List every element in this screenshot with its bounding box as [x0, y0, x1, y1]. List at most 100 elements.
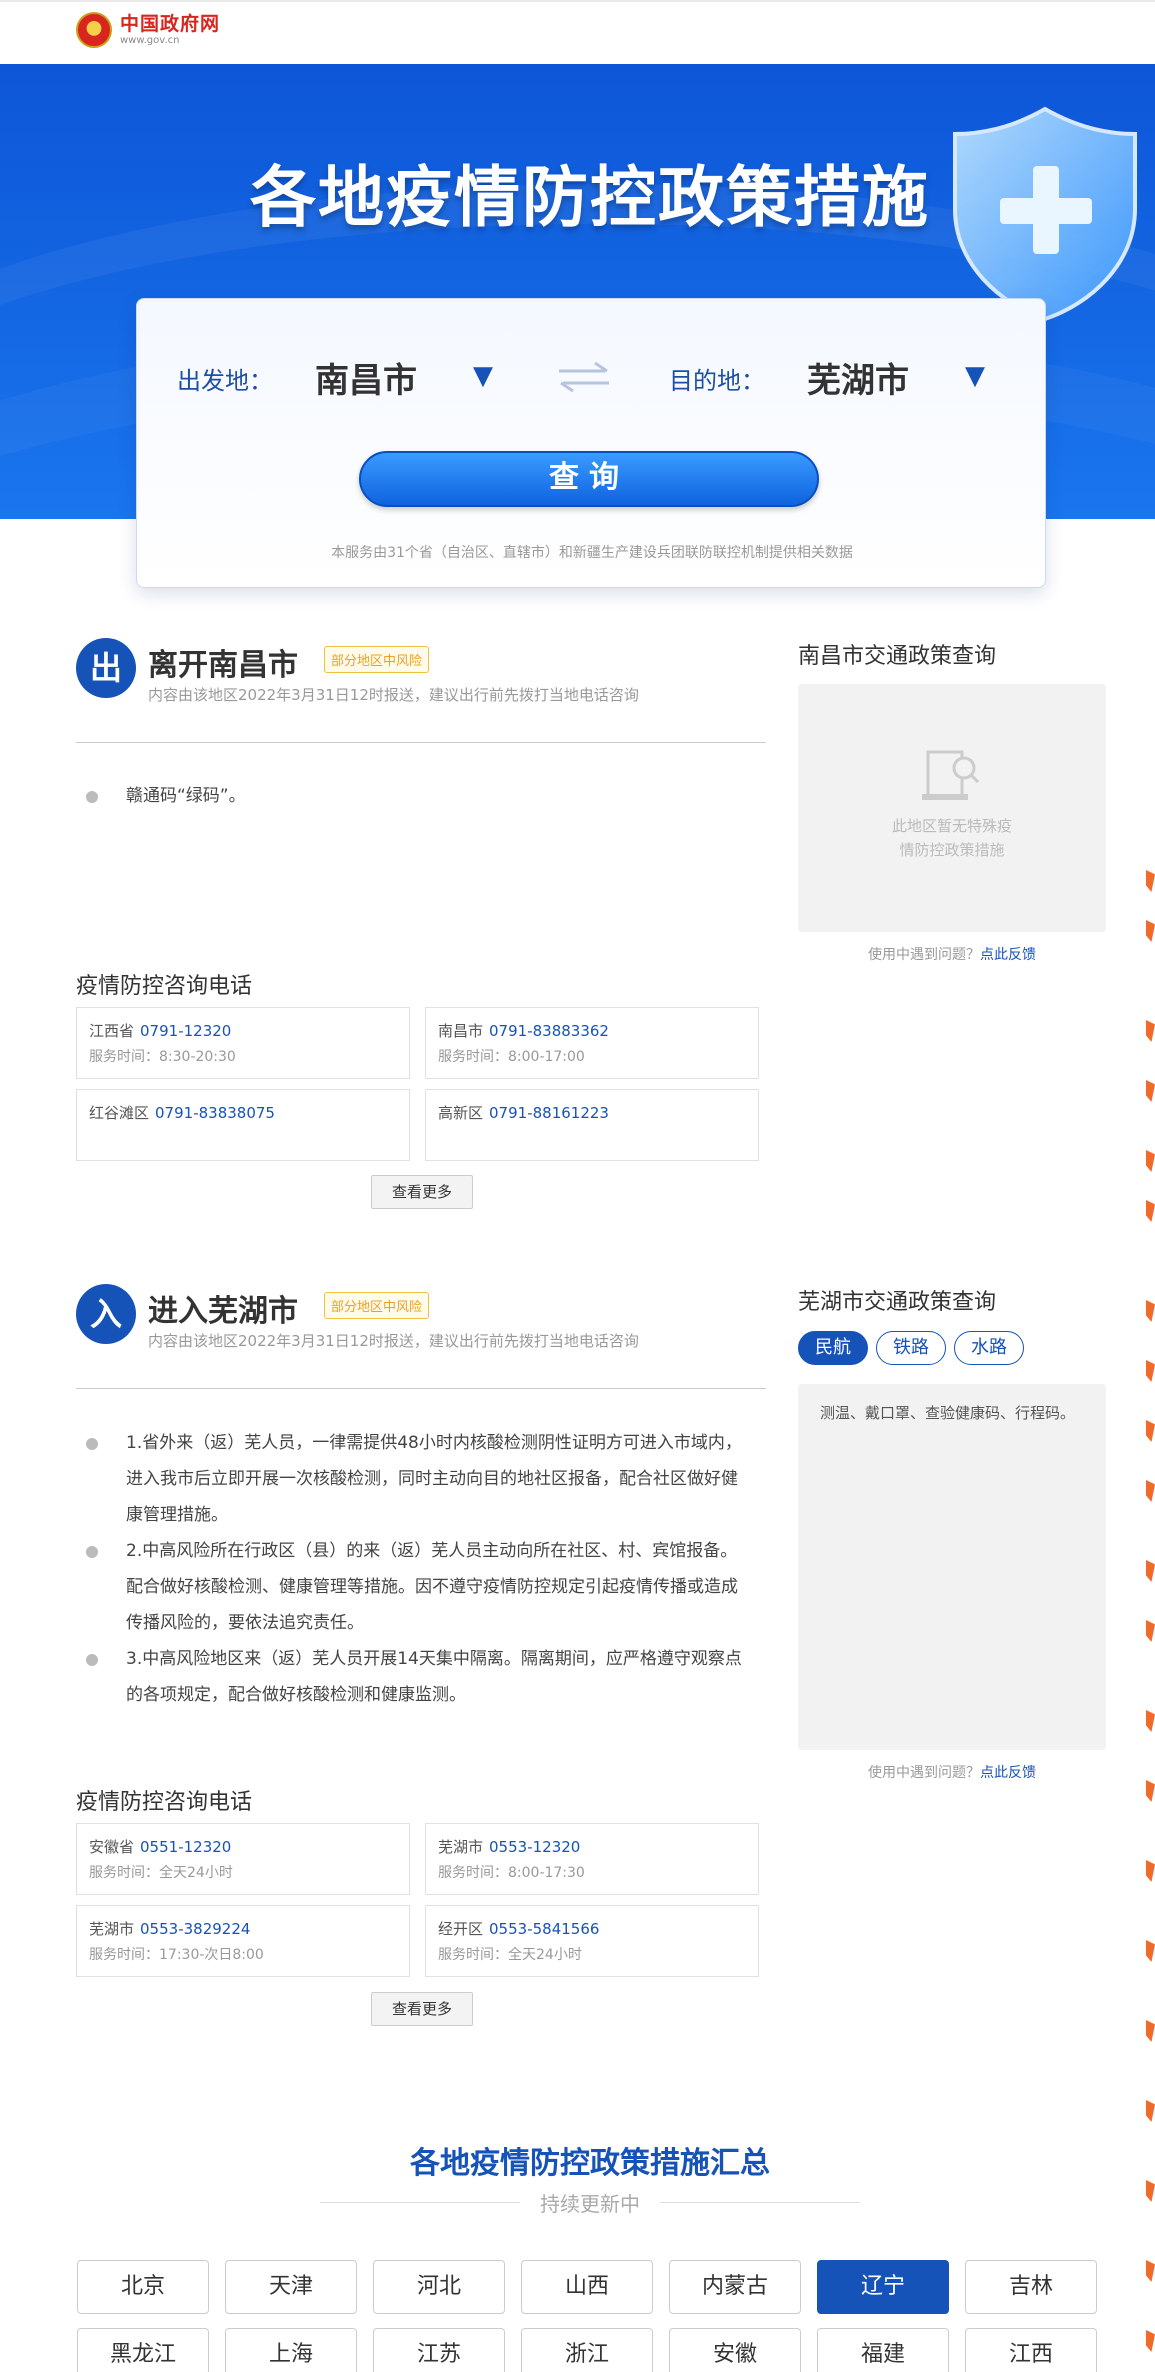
enter-transport-title: 芜湖市交通政策查询 [798, 1290, 997, 1315]
empty-message-line: 情防控政策措施 [899, 841, 1005, 859]
leave-subtitle: 内容由该地区2022年3月31日12时报送，建议出行前先拨打当地电话咨询 [148, 686, 639, 704]
province-button[interactable]: 山西 [521, 2260, 653, 2314]
to-label: 目的地： [669, 367, 765, 395]
to-dropdown-icon[interactable]: ▼ [965, 361, 985, 391]
phone-area: 芜湖市 [438, 1838, 484, 1856]
feedback-link[interactable]: 点此反馈 [980, 1765, 1036, 1781]
site-logo[interactable]: 中国政府网 www.gov.cn [76, 12, 220, 48]
province-button[interactable]: 江西 [965, 2328, 1097, 2372]
leave-badge: 出 [76, 638, 136, 698]
leave-policy-list: 赣通码“绿码”。 [86, 778, 746, 814]
phone-area: 芜湖市 [89, 1920, 135, 1938]
province-button[interactable]: 黑龙江 [77, 2328, 209, 2372]
summary-subtitle: 持续更新中 [540, 2192, 640, 2216]
top-header: 中国政府网 www.gov.cn [0, 0, 1155, 64]
tab-waterway[interactable]: 水路 [954, 1331, 1024, 1365]
from-dropdown-icon[interactable]: ▼ [473, 361, 493, 391]
leave-transport-title: 南昌市交通政策查询 [798, 644, 997, 669]
enter-phone-title: 疫情防控咨询电话 [76, 1790, 253, 1815]
list-item: 1.省外来（返）芜人员，一律需提供48小时内核酸检测阴性证明方可进入市域内，进入… [86, 1425, 746, 1533]
view-more-button[interactable]: 查看更多 [371, 1175, 473, 1209]
service-time: 服务时间：全天24小时 [438, 1947, 582, 1963]
view-more-button[interactable]: 查看更多 [371, 1992, 473, 2026]
leave-title: 离开南昌市 [148, 648, 298, 683]
phone-card: 经开区 0553-5841566 服务时间：全天24小时 [425, 1905, 759, 1977]
service-time: 服务时间：8:30-20:30 [89, 1049, 236, 1065]
empty-document-icon [922, 750, 980, 800]
shield-icon [953, 106, 1137, 322]
phone-number-link[interactable]: 0791-83883362 [489, 1022, 609, 1040]
transport-policy-text: 测温、戴口罩、查验健康码、行程码。 [820, 1404, 1076, 1422]
list-item: 赣通码“绿码”。 [86, 778, 746, 814]
national-emblem-icon [76, 12, 112, 48]
to-city-select[interactable]: 芜湖市 [807, 353, 909, 402]
site-url: www.gov.cn [120, 35, 180, 46]
province-button[interactable]: 上海 [225, 2328, 357, 2372]
risk-badge: 部分地区中风险 [324, 646, 430, 673]
enter-title: 进入芜湖市 [148, 1294, 298, 1329]
enter-subtitle: 内容由该地区2022年3月31日12时报送，建议出行前先拨打当地电话咨询 [148, 1332, 639, 1350]
province-button[interactable]: 河北 [373, 2260, 505, 2314]
phone-card: 高新区 0791-88161223 [425, 1089, 759, 1161]
from-label: 出发地： [177, 367, 273, 395]
phone-card: 安徽省 0551-12320 服务时间：全天24小时 [76, 1823, 410, 1895]
swap-icon[interactable] [555, 357, 613, 397]
section-divider [76, 1388, 766, 1389]
summary-title: 各地疫情防控政策措施汇总 [410, 2146, 770, 2181]
service-time: 服务时间：17:30-次日8:00 [89, 1947, 264, 1963]
province-button[interactable]: 内蒙古 [669, 2260, 801, 2314]
feedback-row: 使用中遇到问题？点此反馈 [798, 1762, 1106, 1782]
feedback-row: 使用中遇到问题？点此反馈 [798, 944, 1106, 964]
phone-area: 红谷滩区 [89, 1104, 150, 1122]
service-time: 服务时间：全天24小时 [89, 1865, 233, 1881]
province-button[interactable]: 北京 [77, 2260, 209, 2314]
risk-badge: 部分地区中风险 [324, 1292, 430, 1319]
service-time: 服务时间：8:00-17:00 [438, 1049, 585, 1065]
phone-number-link[interactable]: 0553-5841566 [489, 1920, 599, 1938]
province-button[interactable]: 浙江 [521, 2328, 653, 2372]
service-time: 服务时间：8:00-17:30 [438, 1865, 585, 1881]
province-button[interactable]: 安徽 [669, 2328, 801, 2372]
leave-phone-title: 疫情防控咨询电话 [76, 974, 253, 999]
phone-number-link[interactable]: 0791-88161223 [489, 1104, 609, 1122]
empty-message-line: 此地区暂无特殊疫 [891, 817, 1012, 835]
phone-card: 南昌市 0791-83883362 服务时间：8:00-17:00 [425, 1007, 759, 1079]
province-button-active[interactable]: 辽宁 [817, 2260, 949, 2314]
phone-number-link[interactable]: 0791-83838075 [155, 1104, 275, 1122]
phone-area: 南昌市 [438, 1022, 484, 1040]
phone-area: 高新区 [438, 1104, 484, 1122]
phone-area: 经开区 [438, 1920, 484, 1938]
summary-subtitle-row: 持续更新中 [320, 2188, 860, 2218]
enter-transport-panel: 测温、戴口罩、查验健康码、行程码。 [798, 1384, 1106, 1750]
site-title: 中国政府网 [120, 13, 221, 35]
edge-decoration [1146, 860, 1155, 2360]
phone-card: 江西省 0791-12320 服务时间：8:30-20:30 [76, 1007, 410, 1079]
section-divider [76, 742, 766, 743]
phone-card: 红谷滩区 0791-83838075 [76, 1089, 410, 1161]
tab-railway[interactable]: 铁路 [876, 1331, 946, 1365]
feedback-link[interactable]: 点此反馈 [980, 947, 1036, 963]
list-item: 3.中高风险地区来（返）芜人员开展14天集中隔离。隔离期间，应严格遵守观察点的各… [86, 1641, 746, 1713]
list-item: 2.中高风险所在行政区（县）的来（返）芜人员主动向所在社区、村、宾馆报备。配合做… [86, 1533, 746, 1641]
province-button[interactable]: 吉林 [965, 2260, 1097, 2314]
enter-policy-list: 1.省外来（返）芜人员，一律需提供48小时内核酸检测阴性证明方可进入市域内，进入… [86, 1425, 746, 1713]
from-city-select[interactable]: 南昌市 [315, 353, 417, 402]
phone-number-link[interactable]: 0791-12320 [140, 1022, 231, 1040]
phone-card: 芜湖市 0553-3829224 服务时间：17:30-次日8:00 [76, 1905, 410, 1977]
phone-area: 江西省 [89, 1022, 135, 1040]
phone-number-link[interactable]: 0551-12320 [140, 1838, 231, 1856]
phone-number-link[interactable]: 0553-12320 [489, 1838, 580, 1856]
enter-badge: 入 [76, 1284, 136, 1344]
province-button[interactable]: 天津 [225, 2260, 357, 2314]
feedback-text: 使用中遇到问题？ [868, 1765, 980, 1781]
data-source-note: 本服务由31个省（自治区、直辖市）和新疆生产建设兵团联防联控机制提供相关数据 [331, 545, 853, 561]
phone-area: 安徽省 [89, 1838, 135, 1856]
phone-card: 芜湖市 0553-12320 服务时间：8:00-17:30 [425, 1823, 759, 1895]
route-search-card: 出发地： 南昌市 ▼ 目的地： 芜湖市 ▼ 查询 本服务由31个省（自治区、直辖… [136, 298, 1046, 588]
province-button[interactable]: 江苏 [373, 2328, 505, 2372]
leave-transport-panel: 此地区暂无特殊疫 情防控政策措施 [798, 684, 1106, 932]
phone-number-link[interactable]: 0553-3829224 [140, 1920, 250, 1938]
province-button[interactable]: 福建 [817, 2328, 949, 2372]
tab-civil-aviation[interactable]: 民航 [798, 1331, 868, 1365]
query-button[interactable]: 查询 [359, 451, 819, 507]
